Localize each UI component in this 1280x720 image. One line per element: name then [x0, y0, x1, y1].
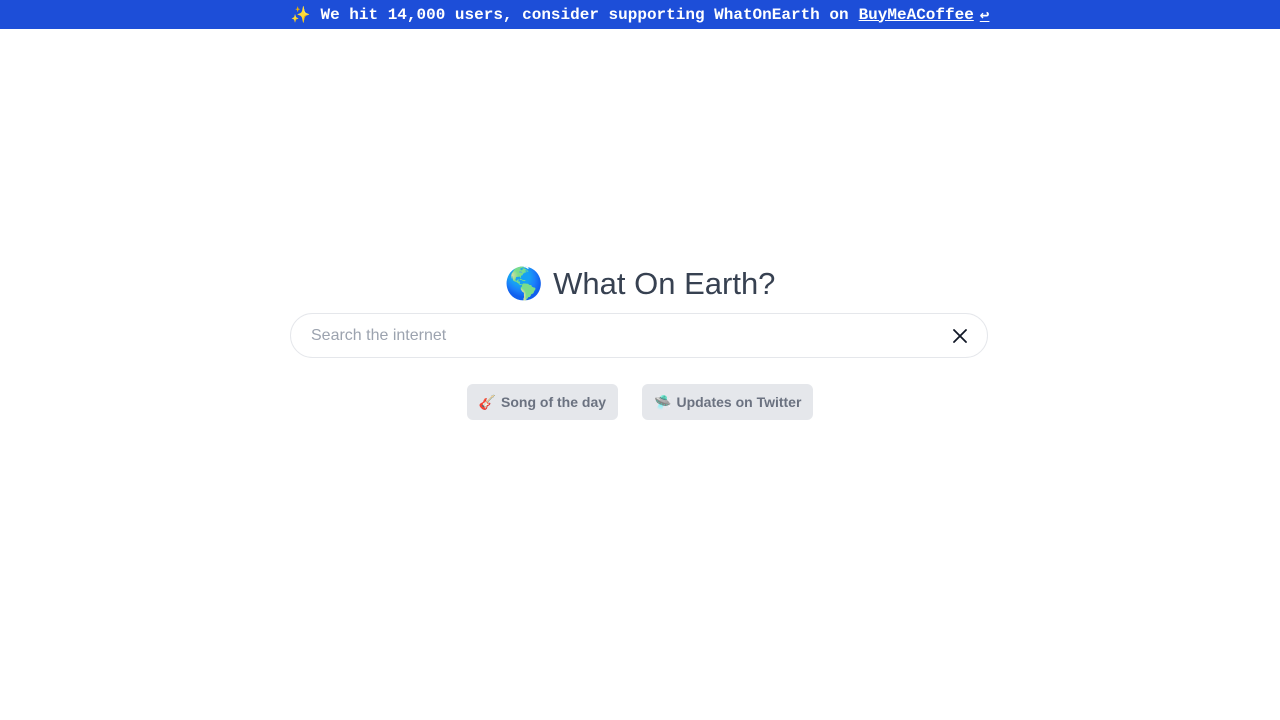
song-of-the-day-button[interactable]: 🎸 Song of the day — [466, 384, 619, 420]
updates-on-twitter-label: Updates on Twitter — [676, 394, 802, 410]
page-title-text: What On Earth? — [553, 266, 776, 301]
close-icon — [953, 328, 967, 343]
return-arrow-icon[interactable]: ↩ — [980, 5, 990, 25]
announcement-banner: ✨ We hit 14,000 users, consider supporti… — [0, 0, 1280, 29]
sparkle-icon: ✨ — [290, 6, 311, 25]
clear-search-button[interactable] — [940, 316, 980, 356]
song-of-the-day-label: Song of the day — [501, 394, 607, 410]
page-title: 🌎 What On Earth? — [0, 264, 1280, 304]
banner-text: We hit 14,000 users, consider supporting… — [320, 5, 849, 24]
search-bar — [290, 313, 988, 358]
search-input[interactable] — [291, 313, 940, 358]
ufo-icon: 🛸 — [654, 393, 672, 410]
guitar-icon: 🎸 — [478, 393, 497, 410]
buymeacoffee-link[interactable]: BuyMeACoffee — [859, 6, 974, 24]
globe-icon: 🌎 — [504, 266, 544, 301]
quick-actions: 🎸 Song of the day 🛸 Updates on Twitter — [0, 384, 1280, 420]
updates-on-twitter-button[interactable]: 🛸 Updates on Twitter — [642, 384, 814, 420]
